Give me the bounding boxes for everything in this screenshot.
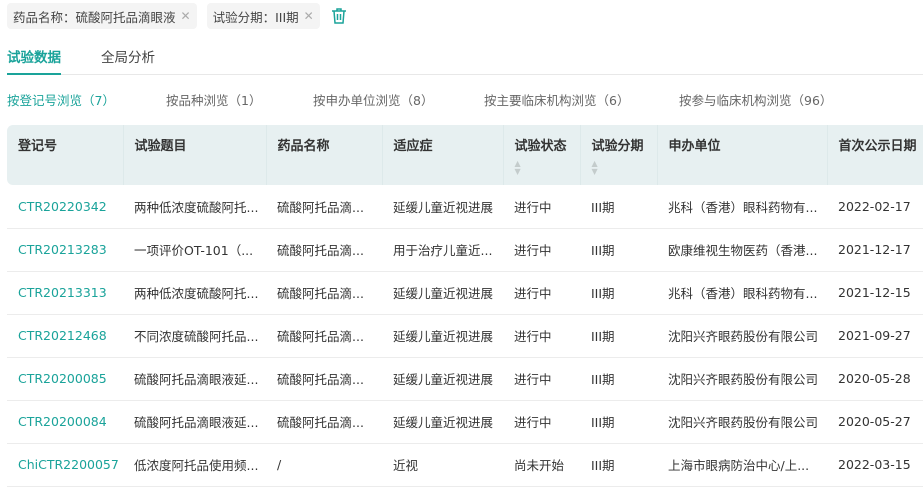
cell-status: 尚未开始	[503, 443, 580, 487]
cell-sponsor: 兆科（香港）眼科药物有...	[657, 271, 827, 315]
browse-by-main-institution[interactable]: 按主要临床机构浏览（6）	[484, 90, 679, 109]
col-phase-label: 试验分期	[591, 139, 644, 154]
cell-registration-no[interactable]: CTR20220342	[7, 185, 123, 229]
cell-indication: 用于治疗儿童近...	[382, 228, 503, 272]
browse-by-registration[interactable]: 按登记号浏览（7）	[7, 90, 166, 109]
cell-title: 硫酸阿托品滴眼液延...	[123, 400, 266, 444]
col-sponsor: 申办单位	[657, 125, 828, 185]
tab-bar: 试验数据 全局分析	[7, 46, 923, 75]
cell-indication: 延缓儿童近视进展	[382, 357, 503, 401]
col-status[interactable]: 试验状态 ▲ ▼	[503, 125, 581, 185]
table-row: CTR20200085 硫酸阿托品滴眼液延... 硫酸阿托品滴... 延缓儿童近视进展…	[7, 357, 923, 401]
cell-phase: III期	[580, 228, 657, 272]
table-row: CTR20200084 硫酸阿托品滴眼液延... 硫酸阿托品滴... 延缓儿童近视进展…	[7, 400, 923, 444]
cell-indication: 延缓儿童近视进展	[382, 400, 503, 444]
browse-by-sponsor[interactable]: 按申办单位浏览（8）	[313, 90, 484, 109]
cell-sponsor: 沈阳兴齐眼药股份有限公司	[657, 357, 827, 401]
cell-registration-no[interactable]: ChiCTR2200057	[7, 443, 123, 487]
cell-drug-name: 硫酸阿托品滴...	[266, 228, 382, 272]
cell-publish-date: 2022-02-17	[827, 185, 923, 229]
sort-icon[interactable]: ▲ ▼	[515, 160, 569, 176]
cell-publish-date: 2021-09-27	[827, 314, 923, 358]
cell-sponsor: 兆科（香港）眼科药物有...	[657, 185, 827, 229]
col-phase[interactable]: 试验分期 ▲ ▼	[580, 125, 658, 185]
tab-global-analysis[interactable]: 全局分析	[101, 46, 155, 75]
cell-phase: III期	[580, 357, 657, 401]
trash-icon[interactable]	[330, 7, 348, 25]
table-row: CTR20212468 不同浓度硫酸阿托品... 硫酸阿托品滴... 延缓儿童近视进展…	[7, 314, 923, 358]
col-title: 试验题目	[123, 125, 267, 185]
browse-options: 按登记号浏览（7） 按品种浏览（1） 按申办单位浏览（8） 按主要临床机构浏览（…	[7, 90, 832, 109]
cell-registration-no[interactable]: CTR20212468	[7, 314, 123, 358]
cell-phase: III期	[580, 314, 657, 358]
cell-drug-name: /	[266, 443, 382, 487]
cell-drug-name: 硫酸阿托品滴...	[266, 271, 382, 315]
cell-publish-date: 2021-12-15	[827, 271, 923, 315]
cell-publish-date: 2021-12-17	[827, 228, 923, 272]
cell-status: 进行中	[503, 185, 580, 229]
filter-label: 试验分期：III期	[212, 9, 299, 25]
cell-title: 不同浓度硫酸阿托品...	[123, 314, 266, 358]
cell-publish-date: 2022-03-15	[827, 443, 923, 487]
cell-status: 进行中	[503, 357, 580, 401]
table-row: CTR20213313 两种低浓度硫酸阿托... 硫酸阿托品滴... 延缓儿童近视进展…	[7, 271, 923, 315]
cell-sponsor: 沈阳兴齐眼药股份有限公司	[657, 314, 827, 358]
cell-sponsor: 上海市眼病防治中心/上...	[657, 443, 827, 487]
cell-drug-name: 硫酸阿托品滴...	[266, 357, 382, 401]
cell-phase: III期	[580, 185, 657, 229]
browse-by-participating-institution[interactable]: 按参与临床机构浏览（96）	[679, 90, 832, 109]
filter-chip-drug: 药品名称：硫酸阿托品滴眼液 ✕	[7, 3, 197, 29]
cell-indication: 近视	[382, 443, 503, 487]
cell-sponsor: 欧康维视生物医药（香港...	[657, 228, 827, 272]
table-row: CTR20220342 两种低浓度硫酸阿托... 硫酸阿托品滴... 延缓儿童近视进展…	[7, 185, 923, 229]
table-header: 登记号 试验题目 药品名称 适应症 试验状态 ▲ ▼ 试验分期 ▲ ▼ 申办单位 首次公…	[7, 125, 923, 185]
cell-indication: 延缓儿童近视进展	[382, 271, 503, 315]
cell-title: 两种低浓度硫酸阿托...	[123, 271, 266, 315]
close-icon[interactable]: ✕	[181, 9, 191, 23]
cell-publish-date: 2020-05-28	[827, 357, 923, 401]
table-row: ChiCTR2200057 低浓度阿托品使用频... / 近视 尚未开始 III期 上海市眼…	[7, 443, 923, 487]
filter-chips: 药品名称：硫酸阿托品滴眼液 ✕ 试验分期：III期 ✕	[7, 3, 348, 29]
close-icon[interactable]: ✕	[304, 9, 314, 23]
cell-drug-name: 硫酸阿托品滴...	[266, 400, 382, 444]
sort-icon[interactable]: ▲ ▼	[592, 160, 646, 176]
cell-status: 进行中	[503, 228, 580, 272]
col-drug-name: 药品名称	[266, 125, 383, 185]
cell-sponsor: 沈阳兴齐眼药股份有限公司	[657, 400, 827, 444]
cell-status: 进行中	[503, 400, 580, 444]
col-status-label: 试验状态	[514, 139, 567, 154]
trials-table: 登记号 试验题目 药品名称 适应症 试验状态 ▲ ▼ 试验分期 ▲ ▼ 申办单位 首次公…	[7, 125, 923, 487]
cell-indication: 延缓儿童近视进展	[382, 185, 503, 229]
cell-phase: III期	[580, 271, 657, 315]
cell-registration-no[interactable]: CTR20213313	[7, 271, 123, 315]
browse-by-variety[interactable]: 按品种浏览（1）	[166, 90, 313, 109]
cell-registration-no[interactable]: CTR20213283	[7, 228, 123, 272]
cell-drug-name: 硫酸阿托品滴...	[266, 185, 382, 229]
cell-title: 两种低浓度硫酸阿托...	[123, 185, 266, 229]
cell-drug-name: 硫酸阿托品滴...	[266, 314, 382, 358]
tab-trial-data[interactable]: 试验数据	[7, 46, 61, 75]
filter-label: 药品名称：硫酸阿托品滴眼液	[13, 9, 176, 25]
cell-phase: III期	[580, 443, 657, 487]
cell-registration-no[interactable]: CTR20200085	[7, 357, 123, 401]
cell-indication: 延缓儿童近视进展	[382, 314, 503, 358]
col-indication: 适应症	[382, 125, 504, 185]
cell-status: 进行中	[503, 314, 580, 358]
cell-publish-date: 2020-05-27	[827, 400, 923, 444]
cell-registration-no[interactable]: CTR20200084	[7, 400, 123, 444]
cell-phase: III期	[580, 400, 657, 444]
col-registration-no: 登记号	[7, 125, 124, 185]
table-row: CTR20213283 一项评价OT-101（... 硫酸阿托品滴... 用于治疗儿童…	[7, 228, 923, 272]
col-first-publish-date: 首次公示日期	[827, 125, 923, 185]
cell-title: 硫酸阿托品滴眼液延...	[123, 357, 266, 401]
filter-chip-phase: 试验分期：III期 ✕	[206, 3, 320, 29]
cell-status: 进行中	[503, 271, 580, 315]
cell-title: 低浓度阿托品使用频...	[123, 443, 266, 487]
cell-title: 一项评价OT-101（...	[123, 228, 266, 272]
